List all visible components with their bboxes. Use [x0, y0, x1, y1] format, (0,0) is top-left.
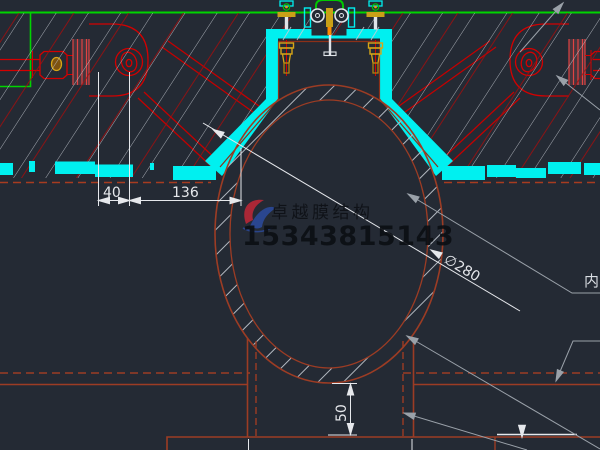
channel-left-leg [266, 31, 278, 99]
dim-50-text: 50 [334, 404, 350, 422]
clamp-pin-tip [328, 27, 332, 35]
channel-right-leg [380, 31, 392, 99]
cad-drawing: 40 136 50 ∅280 内 [0, 0, 600, 450]
dim-136-text: 136 [172, 185, 199, 201]
watermark-brand: 卓越膜结构 [271, 203, 374, 223]
watermark-phone: 15343815143 [242, 221, 454, 252]
cad-canvas[interactable]: 40 136 50 ∅280 内 [0, 0, 600, 450]
dim-40-text: 40 [103, 185, 121, 201]
clamp-pin [326, 8, 333, 27]
channel-top-bar-right [349, 29, 392, 39]
side-label-text: 内 [584, 272, 599, 290]
